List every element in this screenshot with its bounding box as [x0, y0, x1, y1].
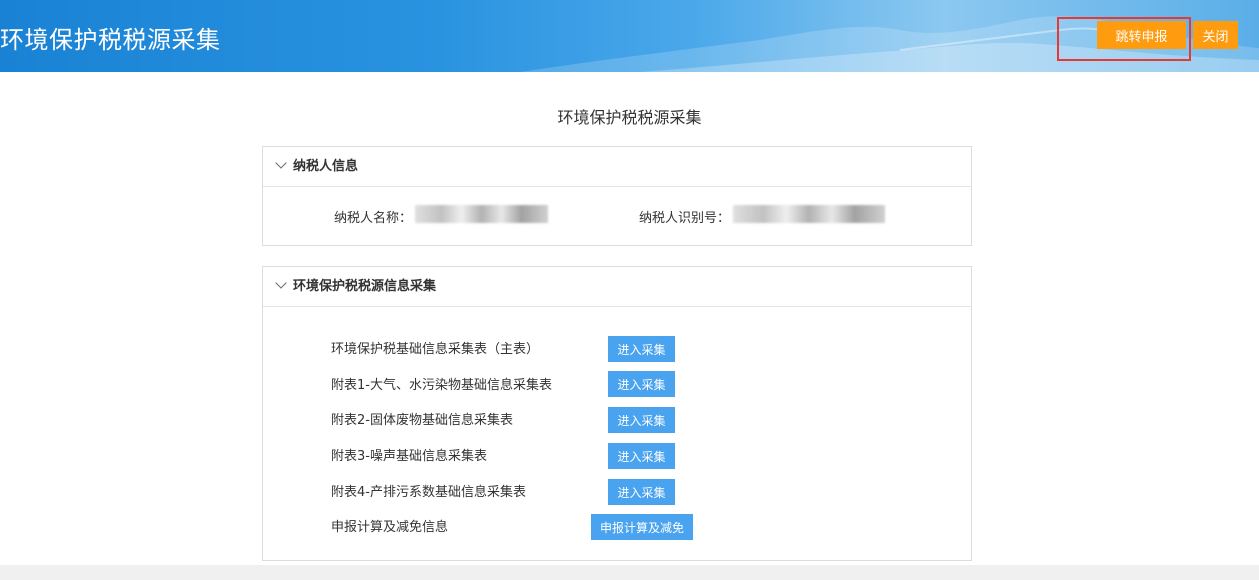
chevron-down-icon [275, 277, 287, 289]
list-item-label: 附表3-噪声基础信息采集表 [331, 449, 487, 464]
page-title: 环境保护税税源采集 [557, 108, 702, 127]
taxpayer-name-label: 纳税人名称： [334, 211, 413, 226]
list-item-label: 环境保护税基础信息采集表（主表） [331, 342, 540, 357]
collection-list: 环境保护税基础信息采集表（主表） 进入采集 附表1-大气、水污染物基础信息采集表… [263, 307, 971, 561]
enter-collection-button[interactable]: 进入采集 [608, 336, 675, 362]
list-item-label: 附表2-固体废物基础信息采集表 [331, 413, 513, 428]
taxpayer-id-redacted [733, 205, 885, 223]
enter-collection-button[interactable]: 进入采集 [608, 443, 675, 469]
close-button[interactable]: 关闭 [1193, 21, 1238, 49]
taxpayer-id-label: 纳税人识别号： [639, 211, 731, 226]
collection-panel-header[interactable]: 环境保护税税源信息采集 [263, 267, 971, 307]
declare-calc-button[interactable]: 申报计算及减免 [591, 514, 693, 540]
app-header: 环境保护税税源采集 跳转申报 关闭 [0, 0, 1259, 72]
taxpayer-info-row: 纳税人名称： 纳税人识别号： [263, 187, 971, 245]
app-title: 环境保护税税源采集 [0, 26, 221, 54]
chevron-down-icon [275, 157, 287, 169]
list-item-label: 附表1-大气、水污染物基础信息采集表 [331, 378, 552, 393]
taxpayer-info-panel: 纳税人信息 纳税人名称： 纳税人识别号： [262, 146, 972, 246]
enter-collection-button[interactable]: 进入采集 [608, 371, 675, 397]
tax-source-collection-panel: 环境保护税税源信息采集 环境保护税基础信息采集表（主表） 进入采集 附表1-大气… [262, 266, 972, 561]
enter-collection-button[interactable]: 进入采集 [608, 479, 675, 505]
list-item-label: 附表4-产排污系数基础信息采集表 [331, 485, 526, 500]
collection-panel-heading: 环境保护税税源信息采集 [293, 279, 437, 294]
calc-item-label: 申报计算及减免信息 [331, 520, 449, 535]
footer-bar [0, 565, 1259, 580]
enter-collection-button[interactable]: 进入采集 [608, 407, 675, 433]
taxpayer-panel-heading: 纳税人信息 [293, 159, 359, 174]
taxpayer-name-redacted [415, 205, 548, 223]
taxpayer-panel-header[interactable]: 纳税人信息 [263, 147, 971, 187]
highlight-annotation [1057, 17, 1191, 61]
